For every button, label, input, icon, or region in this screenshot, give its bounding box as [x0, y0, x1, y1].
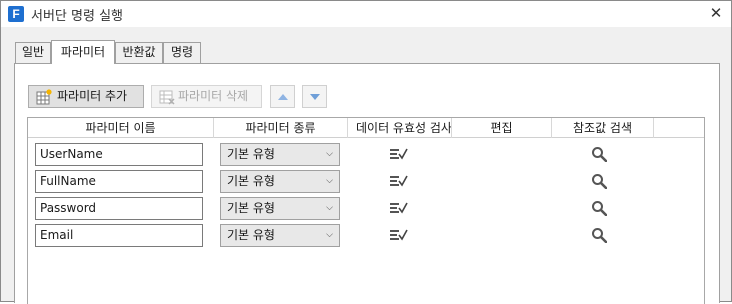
grid-header: 파라미터 이름 파라미터 종류 데이터 유효성 검사 편집 참조값 검색 [28, 118, 704, 138]
close-button[interactable]: ✕ [705, 3, 727, 23]
add-parameter-button[interactable]: 파라미터 추가 [28, 85, 144, 108]
parameter-name-input[interactable]: UserName [35, 143, 203, 166]
parameter-type-select[interactable]: 기본 유형 ⌵ [220, 143, 340, 166]
table-row: UserName 기본 유형 ⌵ [28, 141, 704, 168]
tab-parameters[interactable]: 파라미터 [51, 40, 115, 64]
column-header-edit[interactable]: 편집 [452, 118, 552, 138]
delete-parameter-label: 파라미터 삭제 [178, 89, 249, 103]
chevron-down-icon: ⌵ [326, 149, 333, 159]
column-header-name[interactable]: 파라미터 이름 [28, 118, 214, 138]
parameter-name-input[interactable]: FullName [35, 170, 203, 193]
tab-command[interactable]: 명령 [163, 42, 201, 63]
parameters-panel: 파라미터 추가 파라미터 삭제 파라미터 이름 파라미터 종류 데이터 유효성 … [14, 63, 720, 304]
chevron-down-icon: ⌵ [326, 176, 333, 186]
chevron-down-icon: ⌵ [326, 203, 333, 213]
window-title: 서버단 명령 실행 [31, 9, 123, 24]
search-icon[interactable] [591, 227, 607, 243]
delete-parameter-button[interactable]: 파라미터 삭제 [151, 85, 262, 108]
parameter-type-value: 기본 유형 [227, 228, 275, 242]
table-add-icon [36, 89, 52, 105]
tab-return-values[interactable]: 반환값 [115, 42, 163, 63]
dialog-window: F 서버단 명령 실행 ✕ 일반 파라미터 반환값 명령 파라미터 추가 파라미… [0, 0, 732, 304]
arrow-up-icon [278, 94, 288, 100]
parameter-name-input[interactable]: Email [35, 224, 203, 247]
app-logo-icon: F [8, 6, 24, 22]
parameter-type-select[interactable]: 기본 유형 ⌵ [220, 197, 340, 220]
arrow-down-icon [310, 94, 320, 100]
search-icon[interactable] [591, 200, 607, 216]
parameters-grid: 파라미터 이름 파라미터 종류 데이터 유효성 검사 편집 참조값 검색 Use… [27, 117, 705, 304]
table-row: Email 기본 유형 ⌵ [28, 222, 704, 249]
parameter-name-input[interactable]: Password [35, 197, 203, 220]
search-icon[interactable] [591, 173, 607, 189]
search-icon[interactable] [591, 146, 607, 162]
validation-edit-icon[interactable] [390, 201, 408, 215]
title-bar: F 서버단 명령 실행 ✕ [1, 1, 731, 27]
move-up-button[interactable] [270, 85, 295, 108]
parameter-type-select[interactable]: 기본 유형 ⌵ [220, 224, 340, 247]
validation-edit-icon[interactable] [390, 174, 408, 188]
validation-edit-icon[interactable] [390, 228, 408, 242]
table-delete-icon [159, 90, 175, 105]
parameter-type-value: 기본 유형 [227, 201, 275, 215]
table-row: FullName 기본 유형 ⌵ [28, 168, 704, 195]
column-header-lookup[interactable]: 참조값 검색 [552, 118, 654, 138]
validation-edit-icon[interactable] [390, 147, 408, 161]
move-down-button[interactable] [302, 85, 327, 108]
parameter-type-value: 기본 유형 [227, 147, 275, 161]
tab-general[interactable]: 일반 [15, 42, 51, 63]
column-header-type[interactable]: 파라미터 종류 [214, 118, 348, 138]
chevron-down-icon: ⌵ [326, 230, 333, 240]
add-parameter-label: 파라미터 추가 [57, 89, 128, 103]
column-header-spacer [654, 118, 704, 138]
parameter-type-select[interactable]: 기본 유형 ⌵ [220, 170, 340, 193]
column-header-validation[interactable]: 데이터 유효성 검사 [348, 118, 452, 138]
parameter-type-value: 기본 유형 [227, 174, 275, 188]
table-row: Password 기본 유형 ⌵ [28, 195, 704, 222]
